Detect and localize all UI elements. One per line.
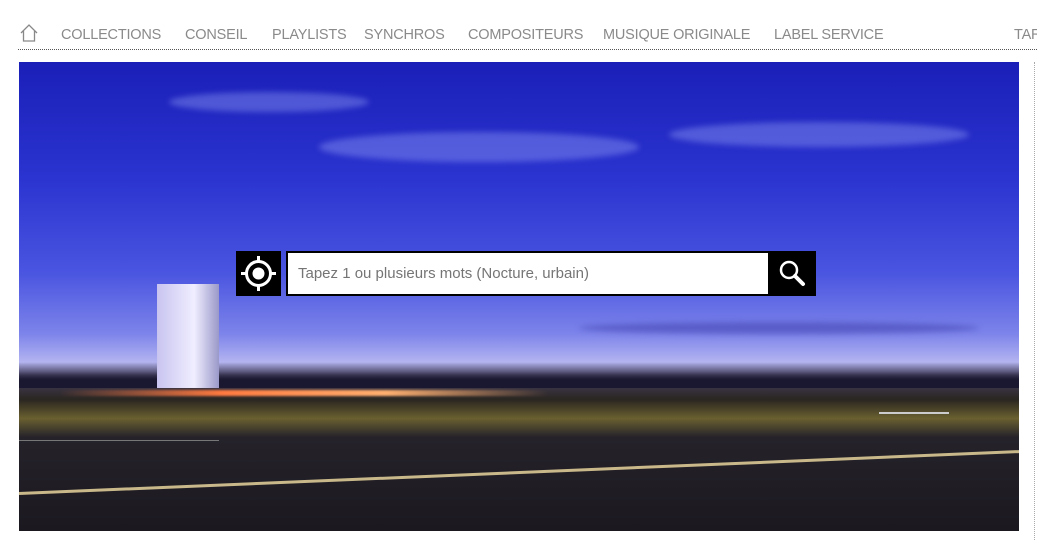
locate-button[interactable]	[236, 251, 281, 296]
target-icon	[241, 256, 276, 291]
nav-conseil[interactable]: CONSEIL	[185, 27, 247, 43]
nav-collections[interactable]: COLLECTIONS	[61, 27, 161, 43]
search-input[interactable]	[286, 251, 770, 296]
home-icon[interactable]	[20, 24, 38, 42]
hero-image	[19, 62, 1019, 531]
divider	[1034, 62, 1035, 540]
main-nav: COLLECTIONS CONSEIL PLAYLISTS SYNCHROS C…	[18, 0, 1037, 50]
nav-tarifs[interactable]: TAR	[1014, 27, 1037, 43]
nav-playlists[interactable]: PLAYLISTS	[272, 27, 347, 43]
nav-compositeurs[interactable]: COMPOSITEURS	[468, 27, 583, 43]
search-button[interactable]	[768, 251, 816, 296]
nav-synchros[interactable]: SYNCHROS	[364, 27, 445, 43]
nav-musique-originale[interactable]: MUSIQUE ORIGINALE	[603, 27, 750, 43]
magnifier-icon	[779, 260, 805, 286]
nav-label-service[interactable]: LABEL SERVICE	[774, 27, 884, 43]
tower	[157, 284, 219, 388]
